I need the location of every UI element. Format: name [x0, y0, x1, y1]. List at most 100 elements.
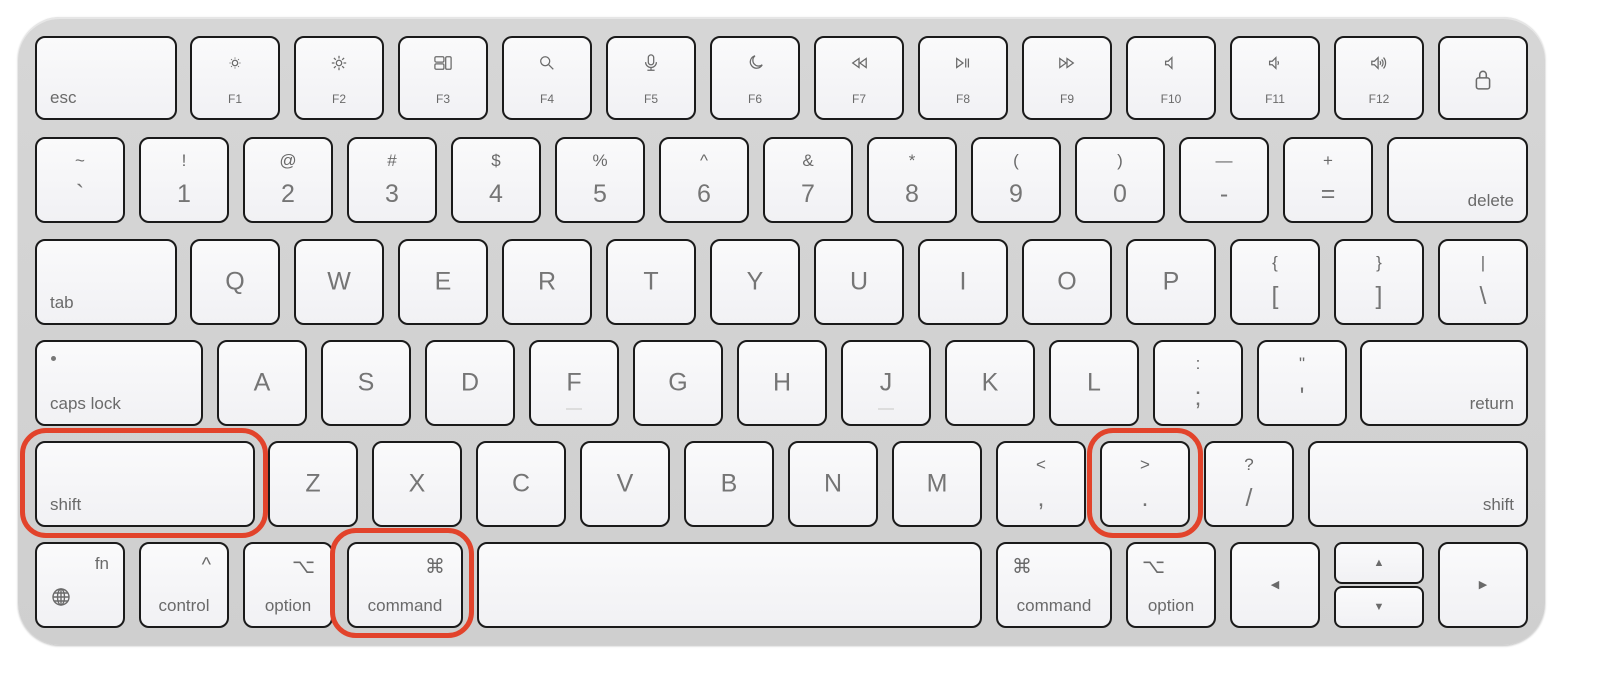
key-o[interactable]: O [1022, 239, 1112, 325]
key-v[interactable]: V [580, 441, 670, 527]
key-letter: R [537, 267, 557, 296]
key-letter: T [643, 267, 659, 296]
key-f5[interactable]: F5 [606, 36, 696, 120]
key-letter: U [849, 267, 869, 296]
key-space[interactable] [477, 542, 982, 628]
key-letter: M [926, 469, 948, 498]
key-fn[interactable]: fn [35, 542, 125, 628]
key-f9[interactable]: F9 [1022, 36, 1112, 120]
key-2[interactable]: @2 [243, 137, 333, 223]
key-f6[interactable]: F6 [710, 36, 800, 120]
key-comma[interactable]: <, [996, 441, 1086, 527]
key-n[interactable]: N [788, 441, 878, 527]
key-caps-lock[interactable]: caps lock [35, 340, 203, 426]
key-label: control [158, 596, 210, 615]
key-symbol: 1 [177, 180, 191, 208]
key-left-option[interactable]: ⌥ option [243, 542, 333, 628]
key-b[interactable]: B [684, 441, 774, 527]
key-minus[interactable]: — - [1179, 137, 1269, 223]
key-8[interactable]: * 8 [867, 137, 957, 223]
key-g[interactable]: G [633, 340, 723, 426]
control-icon: ^ [201, 554, 211, 576]
key-right-shift[interactable]: shift [1308, 441, 1528, 527]
key-label: delete [1467, 191, 1514, 210]
key-5[interactable]: % 5 [555, 137, 645, 223]
key-q[interactable]: Q [190, 239, 280, 325]
key-1[interactable]: ! 1 [139, 137, 229, 223]
key-6[interactable]: ^ 6 [659, 137, 749, 223]
key-r[interactable]: R [502, 239, 592, 325]
key-backtick[interactable]: ~ ` [35, 137, 125, 223]
key-w[interactable]: W [294, 239, 384, 325]
key-esc[interactable]: esc [35, 36, 177, 120]
key-semicolon[interactable]: :; [1153, 340, 1243, 426]
option-icon: ⌥ [1142, 556, 1166, 578]
key-f11[interactable]: F11 [1230, 36, 1320, 120]
key-return[interactable]: return [1360, 340, 1528, 426]
key-quote[interactable]: " ' [1257, 340, 1347, 426]
mute-icon [1128, 54, 1214, 77]
key-symbol: \ [1479, 282, 1487, 310]
key-lock[interactable] [1438, 36, 1528, 120]
key-arrow-down[interactable]: ▼ [1334, 586, 1424, 628]
key-j[interactable]: J [841, 340, 931, 426]
key-label: command [1016, 596, 1092, 615]
key-x[interactable]: X [372, 441, 462, 527]
key-f2[interactable]: F2 [294, 36, 384, 120]
key-control[interactable]: ^ control [139, 542, 229, 628]
key-right-option[interactable]: ⌥ option [1126, 542, 1216, 628]
key-slash[interactable]: ? / [1204, 441, 1294, 527]
key-f12[interactable]: F12 [1334, 36, 1424, 120]
key-f10[interactable]: F10 [1126, 36, 1216, 120]
key-m[interactable]: M [892, 441, 982, 527]
key-delete[interactable]: delete [1387, 137, 1528, 223]
key-f3[interactable]: F3 [398, 36, 488, 120]
key-left-command[interactable]: ⌘ command [347, 542, 463, 628]
key-9[interactable]: (9 [971, 137, 1061, 223]
key-symbol: ] [1375, 282, 1383, 310]
mission-control-icon [400, 54, 486, 77]
command-icon: ⌘ [425, 556, 445, 578]
key-f7[interactable]: F7 [814, 36, 904, 120]
key-d[interactable]: D [425, 340, 515, 426]
key-letter: A [253, 368, 271, 397]
key-f1[interactable]: F1 [190, 36, 280, 120]
key-k[interactable]: K [945, 340, 1035, 426]
key-rbracket[interactable]: }] [1334, 239, 1424, 325]
key-a[interactable]: A [217, 340, 307, 426]
key-arrow-right[interactable]: ▶ [1438, 542, 1528, 628]
key-f[interactable]: F [529, 340, 619, 426]
key-s[interactable]: S [321, 340, 411, 426]
key-z[interactable]: Z [268, 441, 358, 527]
key-arrow-left[interactable]: ◀ [1230, 542, 1320, 628]
key-backslash[interactable]: | \ [1438, 239, 1528, 325]
key-e[interactable]: E [398, 239, 488, 325]
key-y[interactable]: Y [710, 239, 800, 325]
key-label: F4 [539, 92, 554, 106]
key-shift-symbol: ~ [75, 151, 85, 170]
key-7[interactable]: & 7 [763, 137, 853, 223]
key-f8[interactable]: F8 [918, 36, 1008, 120]
key-symbol: ; [1194, 383, 1202, 411]
key-0[interactable]: ) 0 [1075, 137, 1165, 223]
key-3[interactable]: #3 [347, 137, 437, 223]
key-arrow-up[interactable]: ▲ [1334, 542, 1424, 584]
key-tab[interactable]: tab [35, 239, 177, 325]
key-4[interactable]: $4 [451, 137, 541, 223]
key-left-shift[interactable]: shift [35, 441, 255, 527]
key-letter: H [772, 368, 792, 397]
key-equals[interactable]: + = [1283, 137, 1373, 223]
key-p[interactable]: P [1126, 239, 1216, 325]
key-i[interactable]: I [918, 239, 1008, 325]
key-f4[interactable]: F4 [502, 36, 592, 120]
key-l[interactable]: L [1049, 340, 1139, 426]
key-shift-symbol: — [1215, 151, 1233, 170]
key-t[interactable]: T [606, 239, 696, 325]
key-lbracket[interactable]: {[ [1230, 239, 1320, 325]
key-period[interactable]: >. [1100, 441, 1190, 527]
key-right-command[interactable]: ⌘ command [996, 542, 1112, 628]
key-h[interactable]: H [737, 340, 827, 426]
key-u[interactable]: U [814, 239, 904, 325]
fast-forward-icon [1024, 54, 1110, 77]
key-c[interactable]: C [476, 441, 566, 527]
